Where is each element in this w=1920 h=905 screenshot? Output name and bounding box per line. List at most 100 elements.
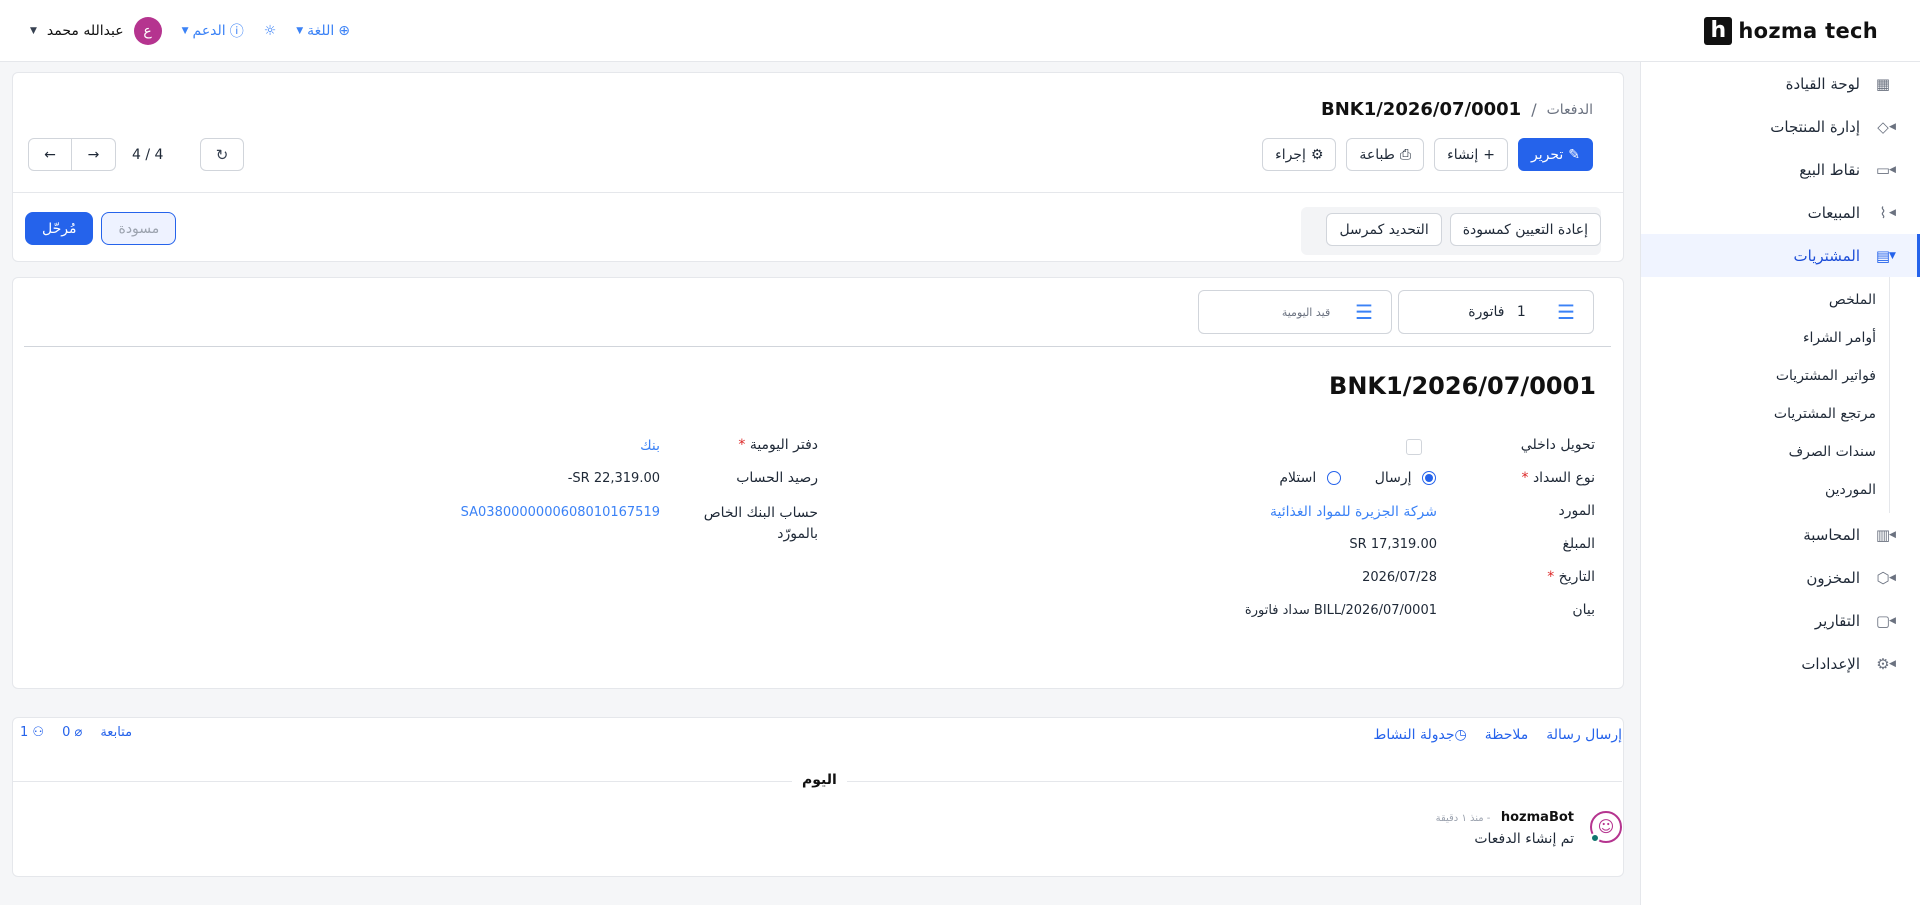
status-states: مُرحّل مسودة [25, 212, 177, 245]
brand-name: hozma tech [1738, 19, 1878, 43]
paperclip-icon: ⌀ [74, 725, 83, 740]
brand-logo[interactable]: h hozma tech [1704, 17, 1878, 45]
journal-field-label: دفتر اليومية * [738, 437, 818, 453]
action-button[interactable]: ⚙ إجراء [1262, 138, 1337, 171]
required-mark: * [1521, 470, 1529, 486]
schedule-activity-button[interactable]: ◷جدولة النشاط [1373, 727, 1466, 743]
submenu-item-purchase-returns[interactable]: مرتجع المشتريات [1641, 395, 1920, 433]
breadcrumb-parent[interactable]: الدفعات [1547, 102, 1593, 118]
state-posted[interactable]: مُرحّل [25, 212, 94, 245]
message-author: hozmaBot [1500, 810, 1574, 825]
bank-account-link[interactable]: SA0380000000608010167519 [461, 505, 660, 520]
pencil-icon: ✎ [1568, 146, 1580, 163]
sidebar-item-accounting[interactable]: ▥ المحاسبة ◀ [1641, 513, 1920, 556]
mark-as-sent-button[interactable]: التحديد كمرسل [1326, 213, 1442, 246]
reset-to-draft-button[interactable]: إعادة التعيين كمسودة [1449, 213, 1601, 246]
follow-button[interactable]: متابعة [100, 725, 132, 740]
caret-left-icon: ◀ [1889, 658, 1896, 669]
amount-value: SR 17,319.00 [1349, 537, 1437, 552]
edit-button[interactable]: ✎ تحرير [1517, 138, 1593, 171]
vendor-link[interactable]: شركة الجزيرة للمواد الغذائية [1270, 504, 1437, 520]
logo-icon: h [1704, 17, 1733, 45]
language-label: اللغة [307, 23, 335, 39]
message-header: hozmaBot - منذ ١ دقيقة [1436, 809, 1574, 825]
attachments-button[interactable]: 0 ⌀ [62, 725, 82, 740]
breadcrumb-separator: / [1531, 100, 1537, 119]
internal-transfer-checkbox[interactable] [1406, 439, 1422, 455]
print-label: طباعة [1359, 146, 1395, 163]
submenu-item-purchase-orders[interactable]: أوامر الشراء [1641, 319, 1920, 357]
user-menu[interactable]: ▼ عبدالله محمد ع [30, 17, 162, 45]
payment-type-label: نوع السداد * [1521, 470, 1595, 486]
chevron-down-icon: ▼ [296, 26, 304, 36]
radio-unchecked-icon [1326, 471, 1341, 485]
create-button[interactable]: + إنشاء [1434, 138, 1508, 171]
purchases-submenu: الملخص أوامر الشراء فواتير المشتريات مرت… [1641, 277, 1920, 513]
journal-link[interactable]: بنك [640, 438, 660, 454]
invoice-smart-button[interactable]: ☰ 1 فاتورة [1398, 290, 1594, 334]
sidebar-item-pos[interactable]: ▭ نقاط البيع ◀ [1641, 148, 1920, 191]
refresh-icon[interactable]: ↻ [200, 138, 244, 171]
balance-value: -SR 22,319.00 [567, 471, 660, 486]
globe-icon: ⊕ [338, 23, 350, 39]
sidebar-item-label: إدارة المنتجات [1770, 117, 1860, 136]
submenu-item-purchase-bills[interactable]: فواتير المشتريات [1641, 357, 1920, 395]
form-divider [24, 346, 1611, 347]
sidebar-item-products[interactable]: ◇ إدارة المنتجات ◀ [1641, 105, 1920, 148]
caret-left-icon: ◀ [1889, 572, 1896, 583]
radio-checked-icon [1422, 471, 1436, 485]
caret-left-icon: ◀ [1889, 207, 1896, 218]
sidebar-item-inventory[interactable]: ⬡ المخزون ◀ [1641, 556, 1920, 599]
sidebar-item-dashboard[interactable]: ▦ لوحة القيادة [1641, 62, 1920, 105]
radio-send-label: إرسال [1374, 470, 1412, 486]
printer-icon: ⎙ [1399, 146, 1412, 163]
sidebar-item-settings[interactable]: ⚙ الإعدادات ◀ [1641, 642, 1920, 685]
edit-label: تحرير [1530, 146, 1564, 163]
submenu-item-payment-vouchers[interactable]: سندات الصرف [1641, 433, 1920, 471]
toolbar-divider [13, 192, 1623, 193]
radio-send[interactable]: إرسال [1375, 470, 1436, 486]
send-message-button[interactable]: إرسال رسالة [1546, 727, 1622, 743]
submenu-item-vendors[interactable]: الموردين [1641, 471, 1920, 509]
radio-receive[interactable]: استلام [1279, 470, 1341, 486]
sidebar-item-label: لوحة القيادة [1785, 74, 1860, 93]
plus-icon: + [1483, 146, 1495, 163]
submenu-item-summary[interactable]: الملخص [1641, 281, 1920, 319]
help-circle-icon: ⓘ [229, 24, 244, 40]
sidebar: ▦ لوحة القيادة ◇ إدارة المنتجات ◀ ▭ نقاط… [1640, 62, 1920, 905]
pager-value: 4 / 4 [132, 146, 164, 163]
today-label: اليوم [792, 772, 847, 788]
invoice-count: 1 [1516, 304, 1526, 320]
sidebar-item-label: المخزون [1806, 568, 1860, 587]
gear-icon: ⚙ [1310, 146, 1324, 163]
date-value: 2026/07/28 [1362, 570, 1437, 585]
sidebar-item-sales[interactable]: ⌇ المبيعات ◀ [1641, 191, 1920, 234]
memo-label: بيان [1572, 602, 1595, 618]
online-status-icon [1590, 833, 1600, 843]
arrow-left-icon[interactable]: ← [28, 138, 72, 171]
grid-icon: ▦ [1875, 74, 1891, 93]
required-mark: * [738, 437, 746, 453]
clock-icon: ◷ [1454, 727, 1467, 743]
sidebar-item-reports[interactable]: ▢ التقارير ◀ [1641, 599, 1920, 642]
top-bar: h hozma tech ▼ عبدالله محمد ع ▼ الدعم ⓘ … [0, 0, 1920, 62]
sun-icon: ☼ [263, 23, 277, 39]
sidebar-item-purchases[interactable]: ▤ المشتريات ▼ [1641, 234, 1920, 277]
log-note-button[interactable]: ملاحظة [1485, 727, 1529, 743]
language-menu[interactable]: ▼ اللغة ⊕ [296, 23, 350, 39]
arrow-right-icon[interactable]: → [72, 138, 116, 171]
print-button[interactable]: ⎙ طباعة [1346, 138, 1425, 171]
list-icon: ☰ [1355, 300, 1373, 324]
internal-transfer-label: تحويل داخلي [1520, 437, 1595, 453]
sidebar-item-label: المحاسبة [1803, 525, 1860, 544]
followers-button[interactable]: 1 ⚇ [20, 725, 44, 740]
memo-value: سداد فاتورة BILL/2026/07/0001 [1244, 603, 1437, 618]
message-time: - منذ ١ دقيقة [1435, 813, 1491, 824]
payment-type-radios: إرسال استلام [1279, 470, 1436, 486]
support-menu[interactable]: ▼ الدعم ⓘ [182, 21, 244, 41]
chatter-follow: 1 ⚇ 0 ⌀ متابعة [20, 725, 132, 740]
theme-toggle[interactable]: ☼ [264, 23, 277, 39]
journal-smart-button[interactable]: ☰ قيد اليومية [1198, 290, 1392, 334]
state-draft[interactable]: مسودة [101, 212, 177, 245]
sidebar-item-label: المشتريات [1793, 246, 1860, 265]
